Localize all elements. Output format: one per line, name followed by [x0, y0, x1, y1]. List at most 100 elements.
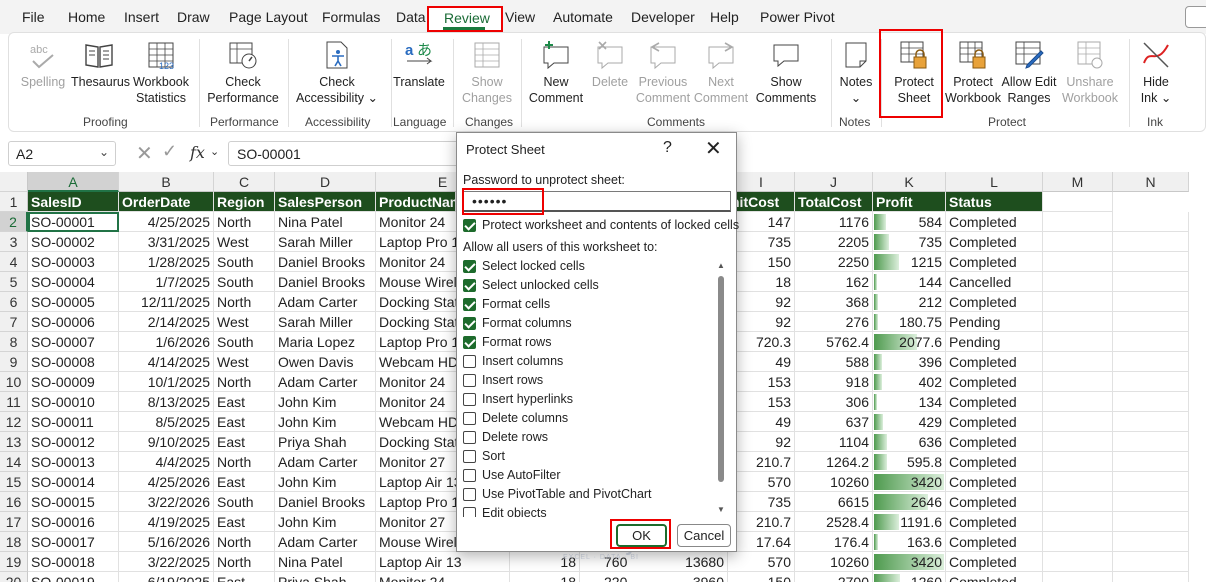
table-cell[interactable]: 180.75	[873, 312, 946, 332]
table-cell[interactable]: SO-00015	[28, 492, 119, 512]
table-cell[interactable]	[1113, 552, 1189, 572]
table-cell[interactable]: SO-00006	[28, 312, 119, 332]
tab-review[interactable]: Review	[444, 10, 490, 26]
table-cell[interactable]: 396	[873, 352, 946, 372]
header-cell[interactable]: ProductNam	[376, 192, 456, 212]
table-cell[interactable]: Priya Shah	[275, 432, 376, 452]
workbook-statistics-button[interactable]: 123 Workbook Statistics	[129, 39, 193, 106]
table-cell[interactable]: 6/19/2025	[119, 572, 214, 582]
table-cell[interactable]: North	[214, 452, 275, 472]
table-cell[interactable]: 570	[728, 472, 795, 492]
unshare-workbook-button[interactable]: Unshare Workbook	[1059, 39, 1121, 106]
thesaurus-button[interactable]: Thesaurus	[71, 39, 130, 90]
column-header-k[interactable]: K	[873, 172, 946, 192]
table-cell[interactable]: 735	[728, 232, 795, 252]
table-cell[interactable]: South	[214, 332, 275, 352]
chevron-down-icon[interactable]: ⌄	[210, 145, 219, 158]
table-cell[interactable]	[1043, 352, 1113, 372]
table-cell[interactable]	[1043, 292, 1113, 312]
table-cell[interactable]: SO-00007	[28, 332, 119, 352]
previous-comment-button[interactable]: Previous Comment	[635, 39, 691, 106]
table-cell[interactable]: 17.64	[728, 532, 795, 552]
table-cell[interactable]: 3/31/2025	[119, 232, 214, 252]
table-cell[interactable]: Sarah Miller	[275, 232, 376, 252]
table-cell[interactable]: Completed	[946, 532, 1043, 552]
column-header-j[interactable]: J	[795, 172, 873, 192]
table-cell[interactable]: 176.4	[795, 532, 873, 552]
table-cell[interactable]: Completed	[946, 452, 1043, 472]
table-cell[interactable]: SO-00010	[28, 392, 119, 412]
protect-workbook-button[interactable]: Protect Workbook	[941, 39, 1005, 106]
table-cell[interactable]	[1043, 392, 1113, 412]
row-header[interactable]: 13	[0, 432, 28, 452]
table-cell[interactable]: 1176	[795, 212, 873, 232]
show-comments-button[interactable]: Show Comments	[751, 39, 821, 106]
table-cell[interactable]: 92	[728, 432, 795, 452]
table-cell[interactable]	[1113, 372, 1189, 392]
table-cell[interactable]: Daniel Brooks	[275, 272, 376, 292]
table-cell[interactable]: 92	[728, 312, 795, 332]
close-icon[interactable]: ✕	[705, 136, 722, 161]
tab-draw[interactable]: Draw	[177, 9, 210, 25]
header-cell[interactable]: OrderDate	[119, 192, 214, 212]
table-cell[interactable]: Completed	[946, 232, 1043, 252]
table-cell[interactable]: SO-00018	[28, 552, 119, 572]
table-cell[interactable]: 1/6/2026	[119, 332, 214, 352]
row-header[interactable]: 17	[0, 512, 28, 532]
table-cell[interactable]	[1043, 232, 1113, 252]
table-cell[interactable]	[1113, 472, 1189, 492]
table-cell[interactable]: 12/11/2025	[119, 292, 214, 312]
row-header[interactable]: 6	[0, 292, 28, 312]
column-header-n[interactable]: N	[1113, 172, 1189, 192]
table-cell[interactable]: South	[214, 272, 275, 292]
row-header[interactable]: 16	[0, 492, 28, 512]
table-cell[interactable]: SO-00014	[28, 472, 119, 492]
table-cell[interactable]: 637	[795, 412, 873, 432]
table-cell[interactable]: 9/10/2025	[119, 432, 214, 452]
table-cell[interactable]: Completed	[946, 252, 1043, 272]
permissions-scrollbar[interactable]: ▲ ▼	[715, 261, 727, 517]
row-header[interactable]: 7	[0, 312, 28, 332]
table-cell[interactable]	[1043, 552, 1113, 572]
table-cell[interactable]: Pending	[946, 332, 1043, 352]
name-box[interactable]: A2 ⌄	[8, 141, 116, 166]
table-cell[interactable]	[1043, 532, 1113, 552]
tab-data[interactable]: Data	[396, 9, 426, 25]
table-cell[interactable]: Nina Patel	[275, 552, 376, 572]
table-cell[interactable]: 3420	[873, 552, 946, 572]
table-cell[interactable]: North	[214, 212, 275, 232]
header-cell[interactable]: nitCost	[728, 192, 795, 212]
tab-page-layout[interactable]: Page Layout	[229, 9, 308, 25]
row-header[interactable]: 1	[0, 192, 28, 212]
column-header-a[interactable]: A	[28, 172, 119, 192]
table-cell[interactable]	[1113, 252, 1189, 272]
table-cell[interactable]: 720.3	[728, 332, 795, 352]
table-cell[interactable]: 210.7	[728, 512, 795, 532]
show-changes-button[interactable]: Show Changes	[459, 39, 515, 106]
table-cell[interactable]: Completed	[946, 572, 1043, 582]
table-cell[interactable]: Completed	[946, 552, 1043, 572]
chevron-down-icon[interactable]: ⌄	[99, 145, 109, 159]
table-cell[interactable]: 368	[795, 292, 873, 312]
table-cell[interactable]: 2/14/2025	[119, 312, 214, 332]
table-cell[interactable]	[1043, 372, 1113, 392]
table-cell[interactable]	[1043, 332, 1113, 352]
table-cell[interactable]: 3/22/2026	[119, 492, 214, 512]
table-cell[interactable]: West	[214, 312, 275, 332]
table-cell[interactable]: 92	[728, 292, 795, 312]
row-header[interactable]: 9	[0, 352, 28, 372]
table-cell[interactable]: Daniel Brooks	[275, 492, 376, 512]
table-cell[interactable]: 163.6	[873, 532, 946, 552]
table-cell[interactable]	[1113, 232, 1189, 252]
table-cell[interactable]: 6615	[795, 492, 873, 512]
allow-edit-ranges-button[interactable]: Allow Edit Ranges	[1001, 39, 1057, 106]
table-cell[interactable]: 2077.6	[873, 332, 946, 352]
table-cell[interactable]: SO-00003	[28, 252, 119, 272]
column-header-i[interactable]: I	[728, 172, 795, 192]
table-cell[interactable]: 4/25/2026	[119, 472, 214, 492]
table-cell[interactable]: 153	[728, 392, 795, 412]
table-cell[interactable]: Owen Davis	[275, 352, 376, 372]
row-header[interactable]: 20	[0, 572, 28, 582]
table-cell[interactable]: Adam Carter	[275, 292, 376, 312]
table-cell[interactable]: Pending	[946, 312, 1043, 332]
